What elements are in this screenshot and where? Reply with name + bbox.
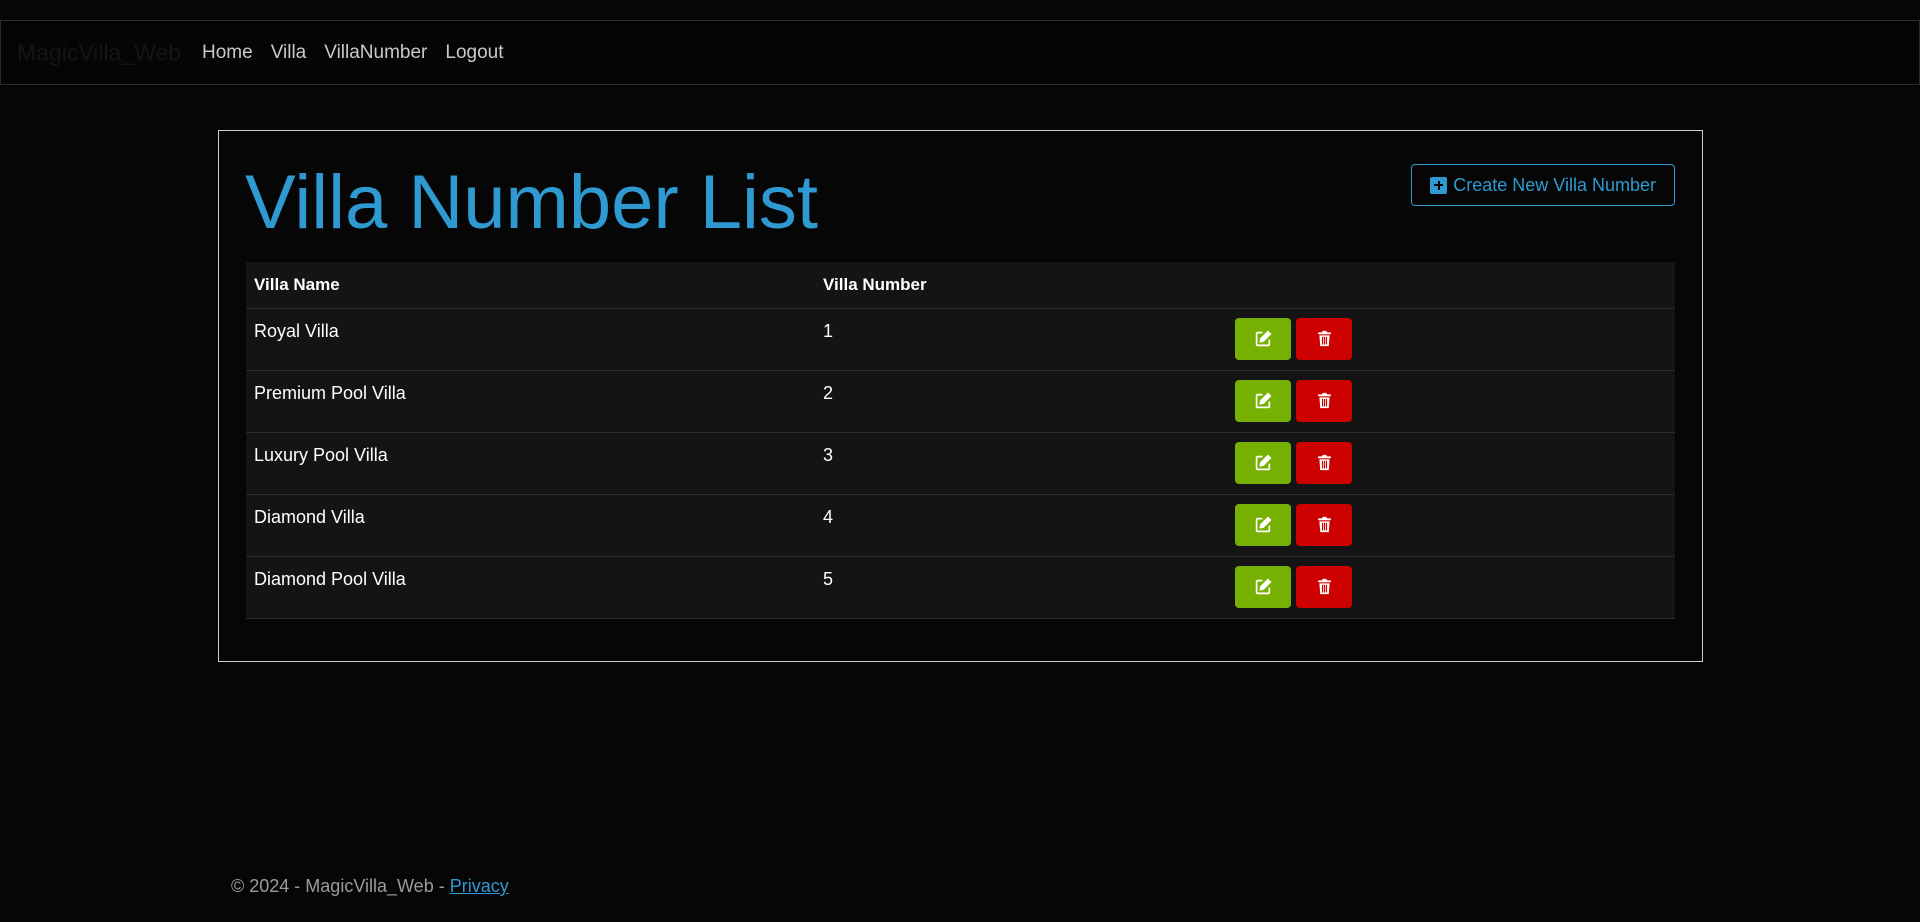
pencil-square-icon bbox=[1255, 392, 1272, 409]
table-row: Royal Villa 1 bbox=[246, 308, 1675, 371]
cell-villa-number: 5 bbox=[815, 556, 1227, 619]
delete-button[interactable] bbox=[1296, 503, 1352, 546]
edit-button[interactable] bbox=[1235, 317, 1291, 360]
create-villa-number-button[interactable]: Create New Villa Number bbox=[1411, 164, 1675, 206]
pencil-square-icon bbox=[1255, 578, 1272, 595]
brand-logo-link[interactable]: MagicVilla_Web bbox=[17, 39, 181, 66]
row-actions bbox=[1235, 565, 1667, 608]
privacy-link[interactable]: Privacy bbox=[450, 876, 509, 896]
cell-villa-name: Luxury Pool Villa bbox=[246, 432, 815, 495]
cell-actions bbox=[1227, 432, 1675, 495]
pencil-square-icon bbox=[1255, 516, 1272, 533]
villa-number-table: Villa Name Villa Number Royal Villa 1 Prem… bbox=[246, 262, 1675, 619]
pencil-square-icon bbox=[1255, 454, 1272, 471]
delete-button[interactable] bbox=[1296, 379, 1352, 422]
table-header-row: Villa Name Villa Number bbox=[246, 262, 1675, 309]
row-actions bbox=[1235, 503, 1667, 546]
table-row: Luxury Pool Villa 3 bbox=[246, 432, 1675, 495]
cell-villa-name: Diamond Pool Villa bbox=[246, 556, 815, 619]
row-actions bbox=[1235, 379, 1667, 422]
cell-villa-name: Diamond Villa bbox=[246, 494, 815, 557]
nav-links: Home Villa VillaNumber Logout bbox=[193, 42, 513, 64]
header-actions bbox=[1227, 262, 1675, 309]
edit-button[interactable] bbox=[1235, 379, 1291, 422]
trash-icon bbox=[1316, 454, 1333, 471]
edit-button[interactable] bbox=[1235, 503, 1291, 546]
cell-villa-number: 4 bbox=[815, 494, 1227, 557]
row-actions bbox=[1235, 317, 1667, 360]
table-row: Premium Pool Villa 2 bbox=[246, 370, 1675, 433]
row-actions bbox=[1235, 441, 1667, 484]
pencil-square-icon bbox=[1255, 330, 1272, 347]
plus-square-icon bbox=[1430, 176, 1448, 194]
edit-button[interactable] bbox=[1235, 441, 1291, 484]
nav-link-logout[interactable]: Logout bbox=[436, 42, 512, 64]
delete-button[interactable] bbox=[1296, 565, 1352, 608]
create-button-label: Create New Villa Number bbox=[1453, 174, 1656, 195]
cell-actions bbox=[1227, 370, 1675, 433]
footer: © 2024 - MagicVilla_Web - Privacy bbox=[231, 876, 509, 897]
cell-villa-number: 3 bbox=[815, 432, 1227, 495]
header-villa-number: Villa Number bbox=[815, 262, 1227, 309]
table-row: Diamond Pool Villa 5 bbox=[246, 556, 1675, 619]
nav-link-villanumber[interactable]: VillaNumber bbox=[315, 42, 436, 64]
cell-actions bbox=[1227, 308, 1675, 371]
page-title: Villa Number List bbox=[245, 160, 819, 245]
footer-text: © 2024 - MagicVilla_Web - bbox=[231, 876, 450, 896]
edit-button[interactable] bbox=[1235, 565, 1291, 608]
trash-icon bbox=[1316, 516, 1333, 533]
top-navbar: MagicVilla_Web Home Villa VillaNumber Lo… bbox=[0, 20, 1920, 85]
cell-villa-number: 1 bbox=[815, 308, 1227, 371]
trash-icon bbox=[1316, 392, 1333, 409]
delete-button[interactable] bbox=[1296, 317, 1352, 360]
trash-icon bbox=[1316, 330, 1333, 347]
cell-villa-name: Royal Villa bbox=[246, 308, 815, 371]
delete-button[interactable] bbox=[1296, 441, 1352, 484]
cell-villa-name: Premium Pool Villa bbox=[246, 370, 815, 433]
villa-number-card: Villa Number List Create New Villa Numbe… bbox=[218, 130, 1703, 662]
table-row: Diamond Villa 4 bbox=[246, 494, 1675, 557]
cell-villa-number: 2 bbox=[815, 370, 1227, 433]
cell-actions bbox=[1227, 556, 1675, 619]
trash-icon bbox=[1316, 578, 1333, 595]
cell-actions bbox=[1227, 494, 1675, 557]
nav-link-villa[interactable]: Villa bbox=[262, 42, 316, 64]
nav-link-home[interactable]: Home bbox=[193, 42, 262, 64]
header-villa-name: Villa Name bbox=[246, 262, 815, 309]
